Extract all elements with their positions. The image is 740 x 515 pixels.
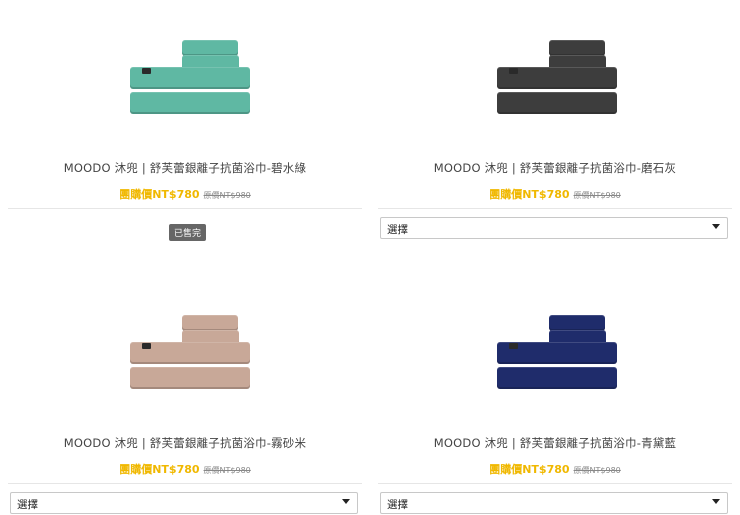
variant-select[interactable]: 選擇 (10, 492, 358, 514)
towel-set-image (497, 275, 622, 425)
product-name[interactable]: MOODO 沐兜 | 舒芙蕾銀離子抗菌浴巾-霧砂米 (0, 435, 370, 451)
product-image[interactable] (0, 0, 370, 150)
towel-set-image (130, 275, 255, 425)
original-price: 原價NT$980 (573, 191, 621, 200)
price-line: 團購價NT$780 原價NT$980 (0, 461, 370, 477)
group-price: 團購價NT$780 (119, 188, 200, 201)
group-price: 團購價NT$780 (489, 463, 570, 476)
product-grid: MOODO 沐兜 | 舒芙蕾銀離子抗菌浴巾-碧水綠 團購價NT$780 原價NT$… (0, 0, 740, 515)
price-line: 團購價NT$780 原價NT$980 (370, 186, 740, 202)
towel-set-image (130, 0, 255, 150)
price-line: 團購價NT$780 原價NT$980 (0, 186, 370, 202)
group-price: 團購價NT$780 (489, 188, 570, 201)
product-name[interactable]: MOODO 沐兜 | 舒芙蕾銀離子抗菌浴巾-磨石灰 (370, 160, 740, 176)
divider (8, 483, 362, 484)
product-name[interactable]: MOODO 沐兜 | 舒芙蕾銀離子抗菌浴巾-青黛藍 (370, 435, 740, 451)
product-card[interactable]: MOODO 沐兜 | 舒芙蕾銀離子抗菌浴巾-青黛藍 團購價NT$780 原價NT$… (370, 275, 740, 514)
product-image[interactable] (0, 275, 370, 425)
original-price: 原價NT$980 (203, 466, 251, 475)
product-card[interactable]: MOODO 沐兜 | 舒芙蕾銀離子抗菌浴巾-磨石灰 團購價NT$780 原價NT$… (370, 0, 740, 239)
product-image[interactable] (370, 275, 740, 425)
divider (8, 208, 362, 209)
product-name[interactable]: MOODO 沐兜 | 舒芙蕾銀離子抗菌浴巾-碧水綠 (0, 160, 370, 176)
divider (378, 483, 732, 484)
product-card[interactable]: MOODO 沐兜 | 舒芙蕾銀離子抗菌浴巾-霧砂米 團購價NT$780 原價NT$… (0, 275, 370, 514)
product-card[interactable]: MOODO 沐兜 | 舒芙蕾銀離子抗菌浴巾-碧水綠 團購價NT$780 原價NT$… (0, 0, 370, 241)
chevron-down-icon (712, 224, 720, 229)
towel-set-image (497, 0, 622, 150)
variant-select-value: 選擇 (387, 499, 408, 511)
group-price: 團購價NT$780 (119, 463, 200, 476)
variant-select-value: 選擇 (387, 224, 408, 236)
variant-select[interactable]: 選擇 (380, 492, 728, 514)
sold-out-badge: 已售完 (169, 224, 207, 241)
chevron-down-icon (712, 499, 720, 504)
original-price: 原價NT$980 (203, 191, 251, 200)
original-price: 原價NT$980 (573, 466, 621, 475)
variant-select-value: 選擇 (17, 499, 38, 511)
product-image[interactable] (370, 0, 740, 150)
chevron-down-icon (342, 499, 350, 504)
divider (378, 208, 732, 209)
variant-select[interactable]: 選擇 (380, 217, 728, 239)
price-line: 團購價NT$780 原價NT$980 (370, 461, 740, 477)
